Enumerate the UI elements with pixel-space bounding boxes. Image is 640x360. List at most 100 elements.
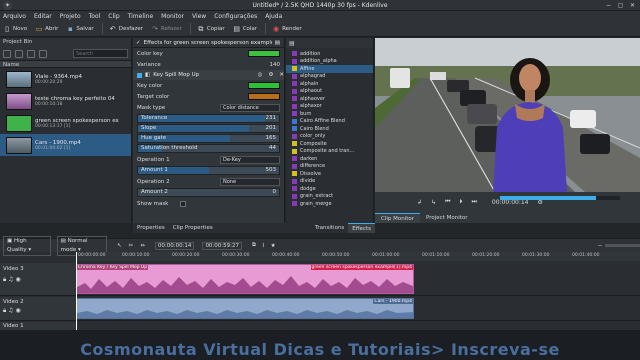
redo-button[interactable]: ↷ Refazer <box>151 25 182 33</box>
menu-projeto[interactable]: Projeto <box>60 13 81 20</box>
tab-properties[interactable]: Properties <box>133 223 169 233</box>
timeline-position[interactable]: 00:00:00:14 <box>154 241 195 250</box>
zoom-slider[interactable] <box>605 244 640 247</box>
slope-slider[interactable]: Slope 201 <box>137 124 280 133</box>
list-view-icon[interactable] <box>27 49 35 58</box>
effect-list-item[interactable]: divide <box>286 178 373 186</box>
quality-dropdown[interactable]: ▣ High Quality ▾ <box>3 235 51 256</box>
effect-list-item[interactable]: color_only <box>286 133 373 141</box>
list-menu-icon[interactable]: ▤ <box>289 40 295 47</box>
menu-editar[interactable]: Editar <box>34 13 52 20</box>
operation-1-dropdown[interactable]: De-Key <box>220 155 280 164</box>
save-button[interactable]: ▪ Salvar <box>66 25 94 33</box>
target-color-swatch[interactable] <box>248 93 280 100</box>
key-spill-header[interactable]: ◧ Key Spill Mop Up ◎ ⚙ ✕ <box>133 70 284 80</box>
mute-icon[interactable]: ♫ <box>8 307 13 314</box>
track-header-video-3[interactable]: Video 3 🔒︎ ♫ ◉ <box>0 263 76 296</box>
bin-clip[interactable]: green screen spokesperson ex 00:00:13:17 … <box>0 112 131 134</box>
menu-ajuda[interactable]: Ajuda <box>265 13 282 20</box>
timeline-ruler[interactable]: 00:00:00:00 00:00:10:00 00:00:20:00 00:0… <box>76 252 640 261</box>
effect-list-item[interactable]: Composite and tran... <box>286 148 373 156</box>
operation-2-dropdown[interactable]: None <box>220 177 280 186</box>
tab-clip-monitor[interactable]: Clip Monitor <box>375 213 421 223</box>
mute-icon[interactable]: ♫ <box>8 276 13 283</box>
menu-icon[interactable] <box>39 49 47 58</box>
effect-list-item[interactable]: alphaover <box>286 95 373 103</box>
tab-effects[interactable]: Effects <box>348 223 375 233</box>
clip-cars[interactable]: Cars - 1900.mp4 <box>76 298 414 319</box>
effect-list-item[interactable]: alphain <box>286 80 373 88</box>
bin-clip[interactable]: teste chroma key perfeito 04 00:00:10:18 <box>0 90 131 112</box>
rewind-icon[interactable]: ⏮ <box>445 198 450 206</box>
new-button[interactable]: ▯ Novo <box>3 25 27 33</box>
menu-configuracoes[interactable]: Configurações <box>214 13 257 20</box>
show-mask-checkbox[interactable] <box>180 200 187 207</box>
effect-list-item[interactable]: difference <box>286 163 373 171</box>
saturation-threshold-slider[interactable]: Saturation threshold 44 <box>137 144 280 153</box>
amount-1-slider[interactable]: Amount 1 503 <box>137 166 280 175</box>
snap-icon[interactable]: ⧉ <box>252 242 256 249</box>
bin-column-header[interactable]: Name <box>0 60 131 68</box>
tab-clip-properties[interactable]: Clip Properties <box>169 223 217 233</box>
menu-clip[interactable]: Clip <box>108 13 119 20</box>
bin-clip-selected[interactable]: Cars - 1900.mp4 00:01:00:02 [1] <box>0 134 131 156</box>
stack-menu-icon[interactable]: ▤ <box>275 40 280 46</box>
spacer-tool-icon[interactable]: ⇔ <box>140 243 145 249</box>
amount-2-slider[interactable]: Amount 2 0 <box>137 188 280 197</box>
lock-icon[interactable]: 🔒︎ <box>3 307 6 314</box>
folder-icon[interactable] <box>15 49 23 58</box>
effect-list-item[interactable]: Composite <box>286 140 373 148</box>
variance-value[interactable]: 140 <box>270 62 281 68</box>
paste-button[interactable]: ▤ Colar <box>233 25 257 33</box>
menu-view[interactable]: View <box>192 13 206 20</box>
razor-tool-icon[interactable]: ✂ <box>129 243 134 249</box>
effect-list-item[interactable]: grain_extract <box>286 193 373 201</box>
lock-icon[interactable]: 🔒︎ <box>3 276 6 283</box>
hide-icon[interactable]: ◉ <box>15 276 20 283</box>
effect-list-item[interactable]: Cairo Affine Blend <box>286 118 373 126</box>
copy-button[interactable]: ⧉ Copiar <box>197 25 224 33</box>
select-tool-icon[interactable]: ↖ <box>117 243 122 249</box>
hue-gate-slider[interactable]: Hue gate 165 <box>137 134 280 143</box>
menu-monitor[interactable]: Monitor <box>161 13 184 20</box>
forward-icon[interactable]: ⏭ <box>471 198 476 206</box>
menu-arquivo[interactable]: Arquivo <box>3 13 26 20</box>
mask-type-dropdown[interactable]: Color distance <box>220 103 280 112</box>
menu-tool[interactable]: Tool <box>89 13 101 20</box>
zone-in-icon[interactable]: ↲ <box>417 199 422 206</box>
monitor-volume[interactable] <box>500 196 620 200</box>
minimize-icon[interactable]: − <box>604 1 613 10</box>
effect-list-item[interactable]: Affine <box>286 65 373 73</box>
effect-close-icon[interactable]: ✕ <box>279 72 284 78</box>
clip-spokesperson[interactable]: Chroma Key / Key Spill Mop Up green scre… <box>76 264 414 294</box>
bin-clip[interactable]: Viale - 9364.mp4 00:00:20:29 <box>0 68 131 90</box>
effect-visible-icon[interactable]: ◎ <box>258 72 263 78</box>
undo-button[interactable]: ↶ Desfazer <box>109 25 143 33</box>
tolerance-slider[interactable]: Tolerance 231 <box>137 114 280 123</box>
render-button[interactable]: ◉ Render <box>272 25 302 33</box>
add-clip-icon[interactable] <box>3 49 11 58</box>
menu-timeline[interactable]: Timeline <box>128 13 154 20</box>
effect-list-item[interactable]: Cairo Blend <box>286 125 373 133</box>
video-preview[interactable] <box>375 38 640 192</box>
marker-icon[interactable]: ★ <box>271 243 276 249</box>
effect-list-item[interactable]: Dissolve <box>286 170 373 178</box>
effect-list-item[interactable]: burn <box>286 110 373 118</box>
track-header-video-2[interactable]: Video 2 🔒︎ ♫ ◉ <box>0 297 76 321</box>
close-icon[interactable]: ✕ <box>628 1 637 10</box>
zone-out-icon[interactable]: ↳ <box>431 199 436 206</box>
playhead[interactable] <box>76 252 77 331</box>
open-button[interactable]: ▭ Abrir <box>35 25 59 33</box>
effect-list-item[interactable]: grain_merge <box>286 200 373 208</box>
effect-enabled-icon[interactable] <box>137 72 142 78</box>
effect-list-item[interactable]: darken <box>286 155 373 163</box>
color-key-swatch[interactable] <box>248 50 280 57</box>
effect-settings-icon[interactable]: ⚙ <box>268 72 273 78</box>
bin-search-input[interactable] <box>73 49 128 58</box>
enable-check-icon[interactable]: ✓ <box>136 40 141 46</box>
effect-list-item[interactable]: alphaout <box>286 88 373 96</box>
effect-list-item[interactable]: addition <box>286 50 373 58</box>
key-color-swatch[interactable] <box>248 82 280 89</box>
zoom-out-icon[interactable]: − <box>598 243 603 249</box>
split-icon[interactable]: ⌇ <box>262 243 265 249</box>
